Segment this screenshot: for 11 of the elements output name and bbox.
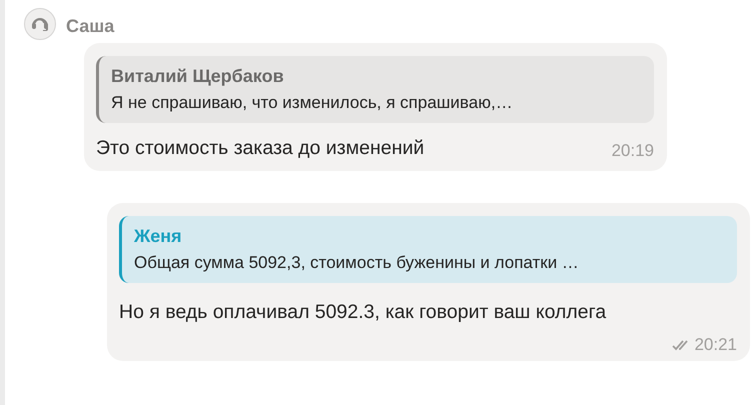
message-text: Это стоимость заказа до изменений <box>96 136 424 161</box>
sender-name: Саша <box>66 16 114 36</box>
quote-text: Я не спрашиваю, что изменилось, я спрашиваю,… <box>111 92 514 114</box>
message-time: 20:21 <box>694 335 737 355</box>
message-text: Но я ведь оплачивал 5092.3, как говорит ваш коллега <box>119 300 608 325</box>
message-time: 20:19 <box>611 141 654 161</box>
quoted-message[interactable]: Женя Общая сумма 5092,3, стоимость буженины и лопатки … <box>119 216 737 283</box>
quote-author: Женя <box>134 225 183 248</box>
quoted-message[interactable]: Виталий Щербаков Я не спрашиваю, что изменилось, я спрашиваю,… <box>96 56 654 123</box>
quote-author: Виталий Щербаков <box>111 65 285 88</box>
quote-text: Общая сумма 5092,3, стоимость буженины и лопатки … <box>134 252 580 274</box>
